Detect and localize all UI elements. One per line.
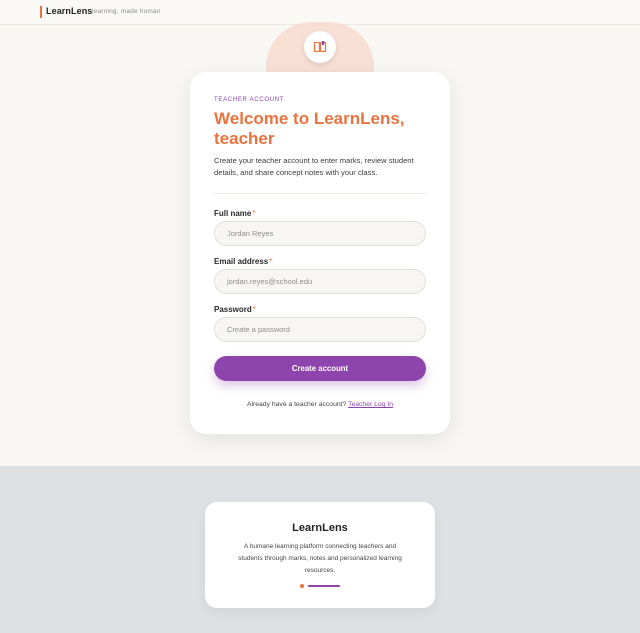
divider: [214, 193, 426, 194]
account-type-eyebrow: TEACHER ACCOUNT: [214, 97, 285, 103]
book-open-icon: [313, 41, 327, 53]
footer-card: LearnLens A humane learning platform con…: [205, 502, 435, 608]
email-label: Email address*: [214, 257, 273, 266]
footer-brand-name: LearnLens: [292, 522, 348, 534]
email-input[interactable]: [214, 269, 426, 294]
page-title: Welcome to LearnLens, teacher: [214, 109, 405, 148]
required-marker: *: [269, 257, 273, 266]
required-marker: *: [252, 209, 256, 218]
footer-accent-dot: [300, 584, 304, 588]
password-input[interactable]: [214, 317, 426, 342]
create-account-button[interactable]: Create account: [214, 356, 426, 381]
teacher-login-link[interactable]: Teacher Log In: [348, 401, 393, 408]
full-name-label: Full name*: [214, 209, 256, 218]
brand-tagline: learning, made human: [92, 8, 161, 15]
page-subtitle: Create your teacher account to enter mar…: [214, 156, 414, 177]
brand-name[interactable]: LearnLens: [46, 6, 92, 16]
login-prompt-line: Already have a teacher account? Teacher …: [190, 401, 450, 408]
password-label: Password*: [214, 305, 256, 314]
signup-card: TEACHER ACCOUNT Welcome to LearnLens, te…: [190, 72, 450, 434]
book-badge: [304, 31, 336, 63]
login-prompt: Already have a teacher account?: [246, 401, 347, 408]
footer-description: A humane learning platform connecting te…: [238, 543, 402, 574]
brand-accent-bar: [40, 6, 42, 18]
footer: LearnLens A humane learning platform con…: [0, 466, 640, 633]
footer-accent-line: [308, 585, 340, 587]
required-marker: *: [252, 305, 256, 314]
full-name-input[interactable]: [214, 221, 426, 246]
